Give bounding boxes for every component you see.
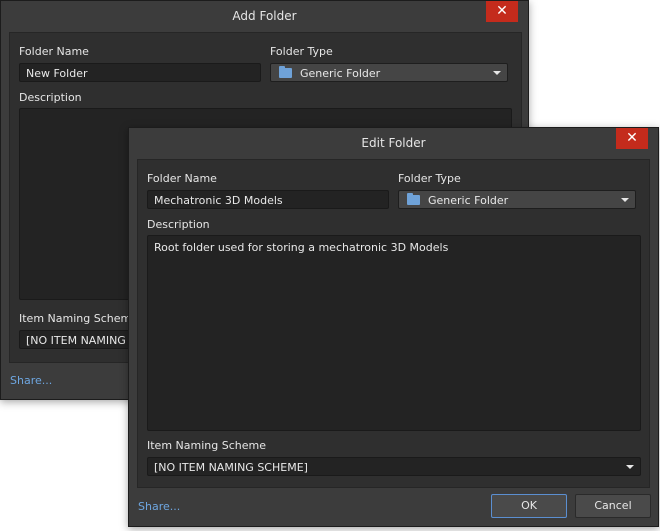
description-label: Description	[19, 91, 82, 104]
chevron-down-icon	[493, 71, 501, 75]
folder-name-input[interactable]: Mechatronic 3D Models	[147, 190, 389, 209]
add-folder-close-button[interactable]: ✕	[486, 1, 518, 22]
folder-icon	[279, 66, 292, 78]
edit-folder-close-button[interactable]: ✕	[616, 128, 648, 149]
description-label: Description	[147, 218, 210, 231]
edit-folder-title: Edit Folder	[361, 136, 426, 150]
item-naming-scheme-value: [NO ITEM NAMING SCHEME]	[154, 461, 308, 474]
folder-name-input[interactable]: New Folder	[19, 63, 261, 82]
folder-name-label: Folder Name	[19, 45, 89, 58]
folder-type-value: Generic Folder	[428, 194, 509, 207]
folder-type-dropdown[interactable]: Generic Folder	[270, 63, 508, 82]
folder-type-value: Generic Folder	[300, 67, 381, 80]
share-link[interactable]: Share...	[138, 500, 180, 513]
add-folder-title: Add Folder	[232, 9, 297, 23]
folder-type-dropdown[interactable]: Generic Folder	[398, 190, 636, 209]
chevron-down-icon	[626, 465, 634, 469]
item-naming-scheme-label: Item Naming Scheme	[147, 439, 266, 452]
folder-icon	[407, 193, 420, 205]
description-textarea[interactable]: Root folder used for storing a mechatron…	[147, 235, 641, 431]
item-naming-scheme-dropdown[interactable]: [NO ITEM NAMING SCHEME]	[147, 457, 641, 476]
folder-type-label: Folder Type	[398, 172, 461, 185]
edit-folder-dialog: Edit Folder ✕ Folder Name Mechatronic 3D…	[128, 127, 659, 527]
folder-type-label: Folder Type	[270, 45, 333, 58]
close-icon: ✕	[626, 130, 638, 146]
close-icon: ✕	[496, 3, 508, 19]
chevron-down-icon	[621, 198, 629, 202]
ok-button[interactable]: OK	[491, 494, 567, 518]
cancel-button[interactable]: Cancel	[575, 494, 651, 518]
folder-name-label: Folder Name	[147, 172, 217, 185]
item-naming-scheme-label: Item Naming Scheme	[19, 312, 138, 325]
share-link[interactable]: Share...	[10, 374, 52, 387]
